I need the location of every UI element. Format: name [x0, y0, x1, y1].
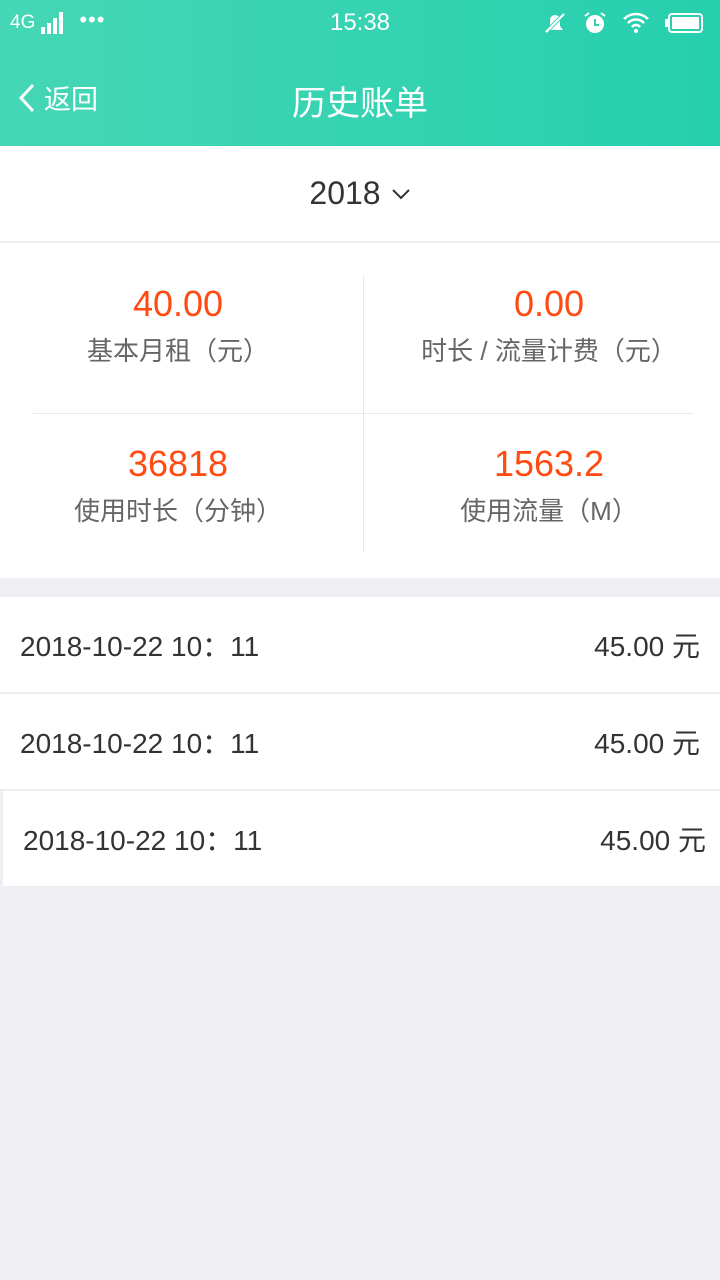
stat-value: 1563.2	[493, 443, 605, 484]
bill-row[interactable]: 2018-10-22 10：11 45.00 元	[0, 694, 720, 790]
stat-label: 使用流量（M）	[460, 496, 638, 526]
status-bar: 4G ••• 15:38	[0, 0, 720, 46]
stat-value: 40.00	[132, 283, 224, 324]
stat-data-usage: 1563.2 使用流量（M）	[384, 443, 714, 528]
year-selector[interactable]: 2018	[0, 146, 720, 242]
bill-row[interactable]: 2018-10-22 10：11 45.00 元	[3, 791, 720, 887]
stat-label: 使用时长（分钟）	[73, 496, 282, 526]
bill-datetime: 2018-10-22 10：11	[20, 727, 260, 759]
page-title: 历史账单	[292, 85, 428, 123]
summary-panel: 40.00 基本月租（元） 0.00 时长 / 流量计费（元） 36818 使用时长（…	[0, 243, 720, 578]
stat-value: 36818	[127, 443, 229, 484]
stat-monthly-rent: 40.00 基本月租（元）	[13, 283, 343, 368]
bill-amount: 45.00 元	[594, 630, 700, 662]
stat-usage-fee: 0.00 时长 / 流量计费（元）	[384, 283, 714, 368]
bill-amount: 45.00 元	[600, 824, 706, 856]
battery-icon	[665, 13, 703, 33]
stat-value: 0.00	[513, 283, 585, 324]
nav-bar: 返回 历史账单	[0, 46, 720, 146]
bill-datetime: 2018-10-22 10：11	[20, 630, 260, 662]
year-value: 2018	[309, 175, 381, 211]
bill-amount: 45.00 元	[594, 727, 700, 759]
alarm-icon	[584, 12, 606, 33]
mute-icon	[543, 11, 567, 35]
header: 4G ••• 15:38 返回 历史账单	[0, 0, 720, 146]
wifi-icon	[623, 12, 649, 33]
divider	[33, 413, 693, 414]
bill-row[interactable]: 2018-10-22 10：11 45.00 元	[0, 597, 720, 693]
stat-label: 基本月租（元）	[86, 336, 269, 366]
bill-datetime: 2018-10-22 10：11	[23, 824, 263, 856]
stat-label: 时长 / 流量计费（元）	[421, 336, 677, 366]
divider	[363, 276, 364, 552]
chevron-down-icon	[391, 188, 410, 199]
stat-usage-time: 36818 使用时长（分钟）	[13, 443, 343, 528]
